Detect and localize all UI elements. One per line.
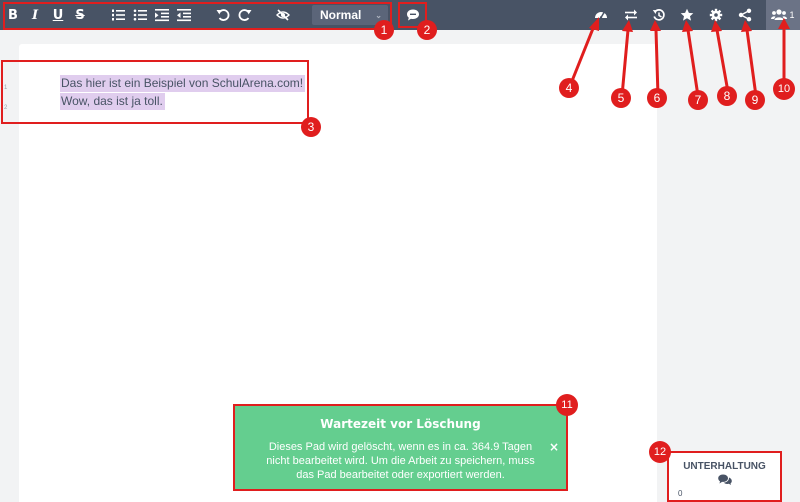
settings-icon: [709, 8, 723, 22]
star-button[interactable]: [676, 3, 698, 27]
annotation-badge: 4: [559, 78, 579, 98]
history-icon: [652, 9, 665, 21]
annotation-badge: 1: [374, 20, 394, 40]
close-icon[interactable]: ×: [549, 440, 559, 454]
annotation-badge: 5: [611, 88, 631, 108]
annotation-badge: 2: [417, 20, 437, 40]
import-export-icon: [625, 9, 637, 21]
notice-text: Dieses Pad wird gelöscht, wenn es in ca.…: [266, 441, 535, 481]
settings-button[interactable]: [705, 3, 727, 27]
annotation-box-text: [1, 60, 309, 124]
annotation-badge: 3: [301, 117, 321, 137]
chat-title: UNTERHALTUNG: [683, 461, 766, 472]
annotation-box-formatting: [3, 2, 392, 30]
users-icon: [771, 9, 788, 20]
notice-title: Wartezeit vor Löschung: [320, 417, 481, 431]
deletion-notice: Wartezeit vor Löschung Dieses Pad wird g…: [233, 404, 568, 491]
user-count: 1: [789, 10, 795, 20]
annotation-badge: 7: [688, 90, 708, 110]
annotation-badge: 10: [773, 78, 795, 100]
annotation-badge: 6: [647, 88, 667, 108]
annotation-badge: 11: [556, 394, 578, 416]
annotation-badge: 9: [745, 90, 765, 110]
chat-box[interactable]: UNTERHALTUNG 0: [667, 451, 782, 502]
star-icon: [680, 8, 694, 21]
annotation-badge: 12: [649, 441, 671, 463]
share-icon: [738, 8, 752, 22]
import-export-button[interactable]: [620, 3, 642, 27]
users-button[interactable]: 1: [766, 0, 800, 30]
share-button[interactable]: [734, 3, 756, 27]
chat-unread-count: 0: [678, 489, 683, 498]
annotation-badge: 8: [717, 86, 737, 106]
dashboard-icon: [595, 12, 607, 19]
dashboard-button[interactable]: [590, 3, 612, 27]
comments-icon: [717, 474, 732, 485]
history-button[interactable]: [648, 3, 670, 27]
